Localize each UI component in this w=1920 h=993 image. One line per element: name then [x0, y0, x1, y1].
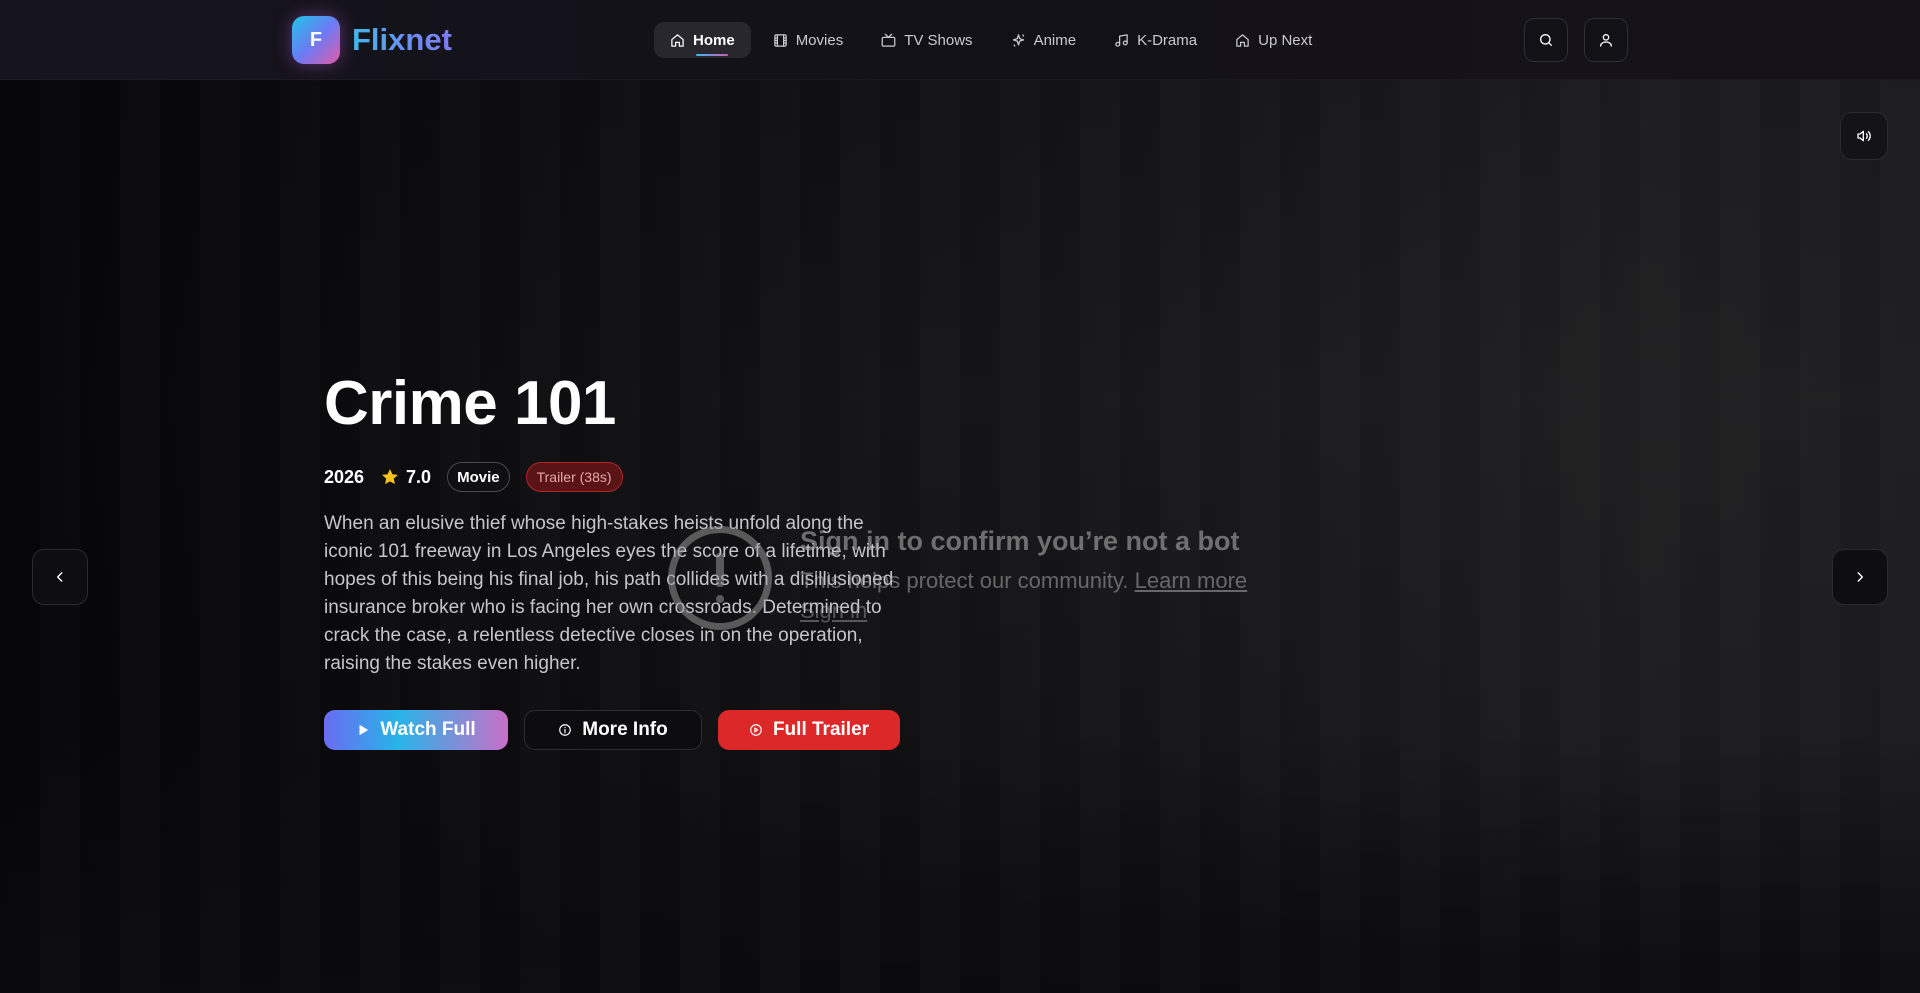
trailer-badge: Trailer (38s) [525, 462, 623, 492]
play-icon [359, 724, 369, 736]
nav-item-label: Home [693, 31, 735, 49]
logo-mark: F [292, 16, 340, 64]
hero-actions: Watch Full More Info Full Trailer [324, 710, 914, 750]
nav-item-label: Movies [795, 31, 844, 49]
nav-item-label: Anime [1033, 31, 1077, 49]
tv-icon [881, 33, 896, 47]
film-icon [773, 33, 787, 47]
rating-value: 7.0 [406, 466, 432, 487]
bot-check-title: Sign in to confirm you’re not a bot [800, 526, 1240, 556]
nav-item-home[interactable]: Home [654, 22, 751, 58]
main-nav: Home Movies TV Shows Anime K-Drama Up Ne… [654, 22, 1328, 58]
chevron-left-icon [56, 572, 63, 582]
star-icon [382, 469, 398, 485]
volume-icon [1857, 130, 1871, 142]
nav-item-tv-shows[interactable]: TV Shows [865, 22, 988, 58]
full-trailer-label: Full Trailer [772, 719, 870, 740]
play-circle-icon [750, 724, 762, 736]
nav-item-label: K-Drama [1137, 31, 1198, 49]
nav-item-anime[interactable]: Anime [995, 22, 1093, 58]
bot-check-subtitle-text: This helps protect our community. [800, 568, 1129, 593]
user-icon [1600, 34, 1612, 47]
music-note-icon [1115, 33, 1128, 47]
brand-logo[interactable]: F Flixnet [292, 15, 452, 65]
nav-item-k-drama[interactable]: K-Drama [1098, 22, 1213, 58]
nav-item-label: TV Shows [904, 31, 973, 49]
more-info-label: More Info [582, 719, 668, 740]
home-icon [671, 33, 684, 47]
nav-item-movies[interactable]: Movies [757, 22, 860, 58]
bot-check-subtitle: This helps protect our community. Learn … [800, 568, 1247, 594]
learn-more-link[interactable]: Learn more [1135, 568, 1248, 593]
info-icon [559, 724, 572, 736]
watch-full-label: Watch Full [380, 719, 476, 740]
hero-meta: 2026 7.0 Movie Trailer (38s) [324, 462, 914, 492]
sound-toggle-button[interactable] [1840, 112, 1888, 160]
more-info-button[interactable]: More Info [524, 710, 702, 750]
home-icon [1236, 33, 1249, 47]
hero-title: Crime 101 [324, 369, 616, 438]
video-bot-check-overlay: Sign in to confirm you’re not a bot This… [668, 526, 1388, 636]
search-button[interactable] [1524, 18, 1568, 62]
carousel-prev-button[interactable] [32, 549, 88, 605]
chevron-right-icon [1857, 572, 1864, 582]
rating: 7.0 [380, 467, 431, 488]
brand-name: Flixnet [352, 22, 452, 57]
watch-full-button[interactable]: Watch Full [324, 710, 508, 750]
nav-item-label: Up Next [1258, 31, 1313, 49]
carousel-next-button[interactable] [1832, 549, 1888, 605]
profile-button[interactable] [1584, 18, 1628, 62]
sparkle-icon [1012, 33, 1024, 47]
top-navigation-bar: F Flixnet Home Movies TV Shows Anime K-D… [0, 0, 1920, 80]
type-badge: Movie [447, 462, 510, 492]
full-trailer-button[interactable]: Full Trailer [718, 710, 900, 750]
release-year: 2026 [324, 466, 365, 487]
nav-item-up-next[interactable]: Up Next [1219, 22, 1328, 58]
alert-icon [668, 526, 772, 630]
search-icon [1540, 34, 1552, 46]
sign-in-link[interactable]: Sign in [800, 598, 867, 624]
